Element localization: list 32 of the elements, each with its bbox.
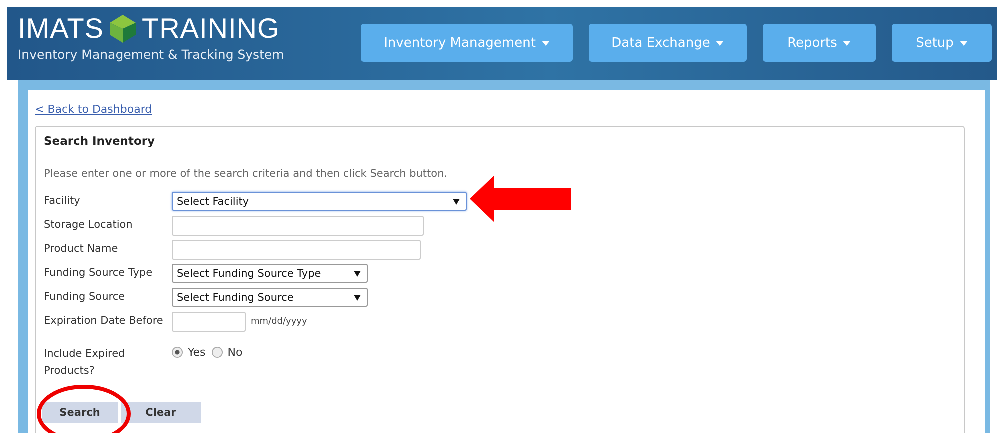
logo-text: TRAINING xyxy=(142,12,280,46)
search-button[interactable]: Search xyxy=(42,402,118,423)
date-format-hint: mm/dd/yyyy xyxy=(251,316,308,327)
dropdown[interactable]: Select Facility xyxy=(172,192,467,211)
field-label: Include Expired Products? xyxy=(44,347,126,379)
field-label: Storage Location xyxy=(44,218,134,233)
caret-icon xyxy=(960,40,968,46)
field-label: Product Name xyxy=(44,242,120,257)
input-field[interactable] xyxy=(172,240,421,260)
radio-option[interactable]: No xyxy=(212,346,243,359)
caret-icon xyxy=(716,40,724,46)
dropdown-arrow-icon xyxy=(453,198,460,204)
back-link[interactable]: < Back to Dashboard xyxy=(35,103,152,116)
caret-icon xyxy=(843,40,852,46)
instructions-text: Please enter one or more of the search criteria and then click Search button. xyxy=(44,168,448,180)
field-label: Facility xyxy=(44,194,82,209)
caret-icon xyxy=(542,40,550,46)
logo-text: IMATS xyxy=(18,12,104,46)
logo-subtitle: Inventory Management & Tracking System xyxy=(18,46,286,64)
dropdown-arrow-icon xyxy=(354,294,361,300)
field-label: Funding Source Type xyxy=(44,266,154,281)
dropdown[interactable]: Select Funding Source Type xyxy=(172,264,368,283)
date-field[interactable] xyxy=(172,312,246,332)
logo-icon xyxy=(108,14,138,44)
dropdown-arrow-icon xyxy=(354,270,361,276)
clear-button[interactable]: Clear xyxy=(121,402,201,423)
dropdown[interactable]: Select Funding Source xyxy=(172,288,368,307)
input-field[interactable] xyxy=(172,216,424,236)
field-label: Funding Source xyxy=(44,290,126,305)
field-label: Expiration Date Before xyxy=(44,314,164,329)
radio-option[interactable]: Yes xyxy=(172,346,206,359)
panel-title: Search Inventory xyxy=(44,133,156,148)
